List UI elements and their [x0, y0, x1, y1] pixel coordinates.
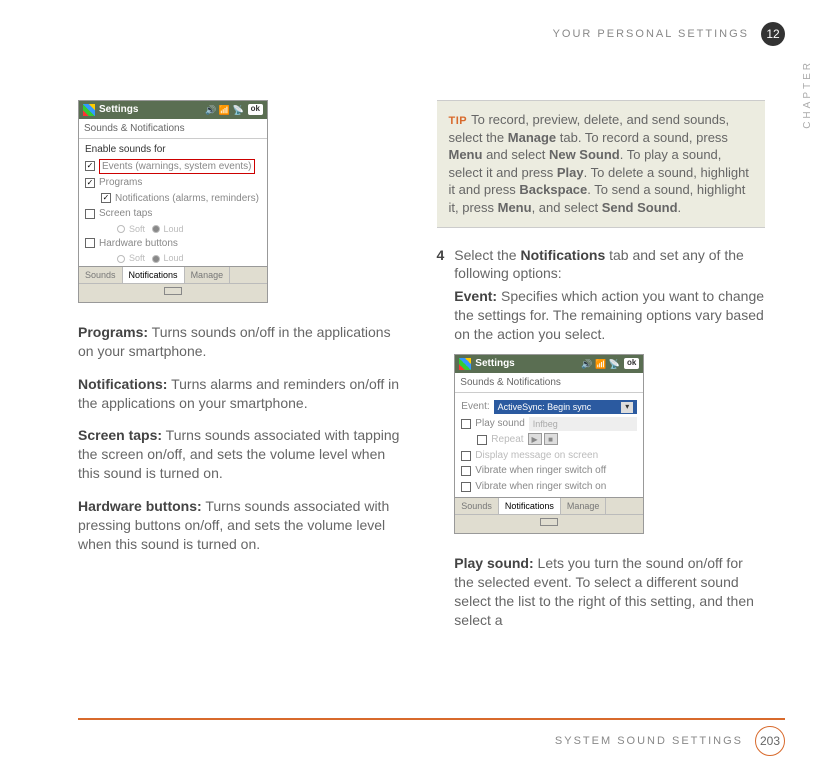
checkbox-repeat[interactable]: [477, 435, 487, 445]
left-column: Settings 🔊 📶 📡 ok Sounds & Notifications…: [78, 100, 407, 648]
keyboard-icon[interactable]: [164, 287, 182, 295]
radio-hw-soft[interactable]: [117, 255, 125, 263]
ok-button[interactable]: ok: [248, 104, 263, 115]
chevron-down-icon: ▾: [621, 402, 633, 413]
titlebar-status-icons: 🔊 📶 📡: [205, 104, 244, 116]
para-screen-taps: Screen taps: Turns sounds associated wit…: [78, 426, 407, 483]
event-label: Event:: [461, 400, 489, 414]
stop-icon[interactable]: ■: [544, 433, 558, 445]
label-hardware-buttons: Hardware buttons: [99, 237, 178, 251]
window-titlebar: Settings 🔊 📶 📡 ok: [455, 355, 643, 373]
keyboard-icon[interactable]: [540, 518, 558, 526]
step-number: 4: [437, 246, 445, 640]
checkbox-notifications[interactable]: [101, 193, 111, 203]
page-number: 203: [755, 726, 785, 756]
para-play-sound: Play sound: Lets you turn the sound on/o…: [454, 554, 765, 630]
checkbox-screen-taps[interactable]: [85, 209, 95, 219]
enable-sounds-heading: Enable sounds for: [85, 143, 261, 157]
label-repeat: Repeat: [491, 433, 523, 447]
ok-button[interactable]: ok: [624, 358, 639, 369]
radio-taps-loud[interactable]: [152, 225, 160, 233]
tab-bar: Sounds Notifications Manage: [455, 497, 643, 514]
right-column: TIPTo record, preview, delete, and send …: [437, 100, 766, 648]
chapter-number-badge: 12: [761, 22, 785, 46]
sound-dropdown[interactable]: Infbeg: [529, 417, 638, 431]
panel-subtitle: Sounds & Notifications: [455, 373, 643, 394]
panel-subtitle: Sounds & Notifications: [79, 119, 267, 140]
checkbox-programs[interactable]: [85, 178, 95, 188]
step-4-text: Select the Notifications tab and set any…: [454, 246, 765, 284]
label-notifications: Notifications (alarms, reminders): [115, 192, 259, 206]
window-title: Settings: [99, 103, 138, 117]
windows-flag-icon: [83, 104, 95, 116]
tab-sounds[interactable]: Sounds: [79, 267, 123, 283]
label-vibrate-off: Vibrate when ringer switch off: [475, 464, 606, 478]
para-programs: Programs: Turns sounds on/off in the app…: [78, 323, 407, 361]
label-vibrate-on: Vibrate when ringer switch on: [475, 480, 606, 494]
checkbox-vibrate-off[interactable]: [461, 466, 471, 476]
window-titlebar: Settings 🔊 📶 📡 ok: [79, 101, 267, 119]
label-screen-taps: Screen taps: [99, 207, 152, 221]
page-header: YOUR PERSONAL SETTINGS 12: [553, 22, 785, 46]
footer-section: SYSTEM SOUND SETTINGS: [555, 734, 743, 749]
para-hardware-buttons: Hardware buttons: Turns sounds associate…: [78, 497, 407, 554]
tab-sounds[interactable]: Sounds: [455, 498, 499, 514]
tip-label: TIP: [449, 115, 468, 127]
play-controls: ▶■: [528, 433, 560, 447]
tab-manage[interactable]: Manage: [561, 498, 607, 514]
para-event: Event: Specifies which action you want t…: [454, 287, 765, 344]
event-dropdown[interactable]: ActiveSync: Begin sync▾: [494, 400, 638, 414]
chapter-side-label: CHAPTER: [801, 60, 815, 129]
windows-flag-icon: [459, 358, 471, 370]
para-notifications: Notifications: Turns alarms and reminder…: [78, 375, 407, 413]
label-display-message: Display message on screen: [475, 449, 598, 463]
checkbox-display-message[interactable]: [461, 451, 471, 461]
page-footer: SYSTEM SOUND SETTINGS 203: [78, 718, 785, 756]
titlebar-status-icons: 🔊 📶 📡: [581, 358, 620, 370]
radio-hw-loud[interactable]: [152, 255, 160, 263]
radio-taps-soft[interactable]: [117, 225, 125, 233]
screenshot-notifications-tab: Settings 🔊 📶 📡 ok Sounds & Notifications…: [454, 354, 644, 534]
label-play-sound: Play sound: [475, 417, 524, 431]
label-programs: Programs: [99, 176, 142, 190]
play-icon[interactable]: ▶: [528, 433, 542, 445]
tab-notifications[interactable]: Notifications: [123, 267, 185, 283]
tip-box: TIPTo record, preview, delete, and send …: [437, 100, 766, 228]
tab-bar: Sounds Notifications Manage: [79, 266, 267, 283]
checkbox-vibrate-on[interactable]: [461, 482, 471, 492]
checkbox-play-sound[interactable]: [461, 419, 471, 429]
step-4: 4 Select the Notifications tab and set a…: [437, 246, 766, 640]
checkbox-hardware-buttons[interactable]: [85, 238, 95, 248]
window-title: Settings: [475, 357, 514, 371]
tab-manage[interactable]: Manage: [185, 267, 231, 283]
header-section: YOUR PERSONAL SETTINGS: [553, 27, 749, 42]
screenshot-sounds-enable: Settings 🔊 📶 📡 ok Sounds & Notifications…: [78, 100, 268, 303]
label-events: Events (warnings, system events): [99, 159, 255, 175]
checkbox-events[interactable]: [85, 161, 95, 171]
tab-notifications[interactable]: Notifications: [499, 498, 561, 514]
